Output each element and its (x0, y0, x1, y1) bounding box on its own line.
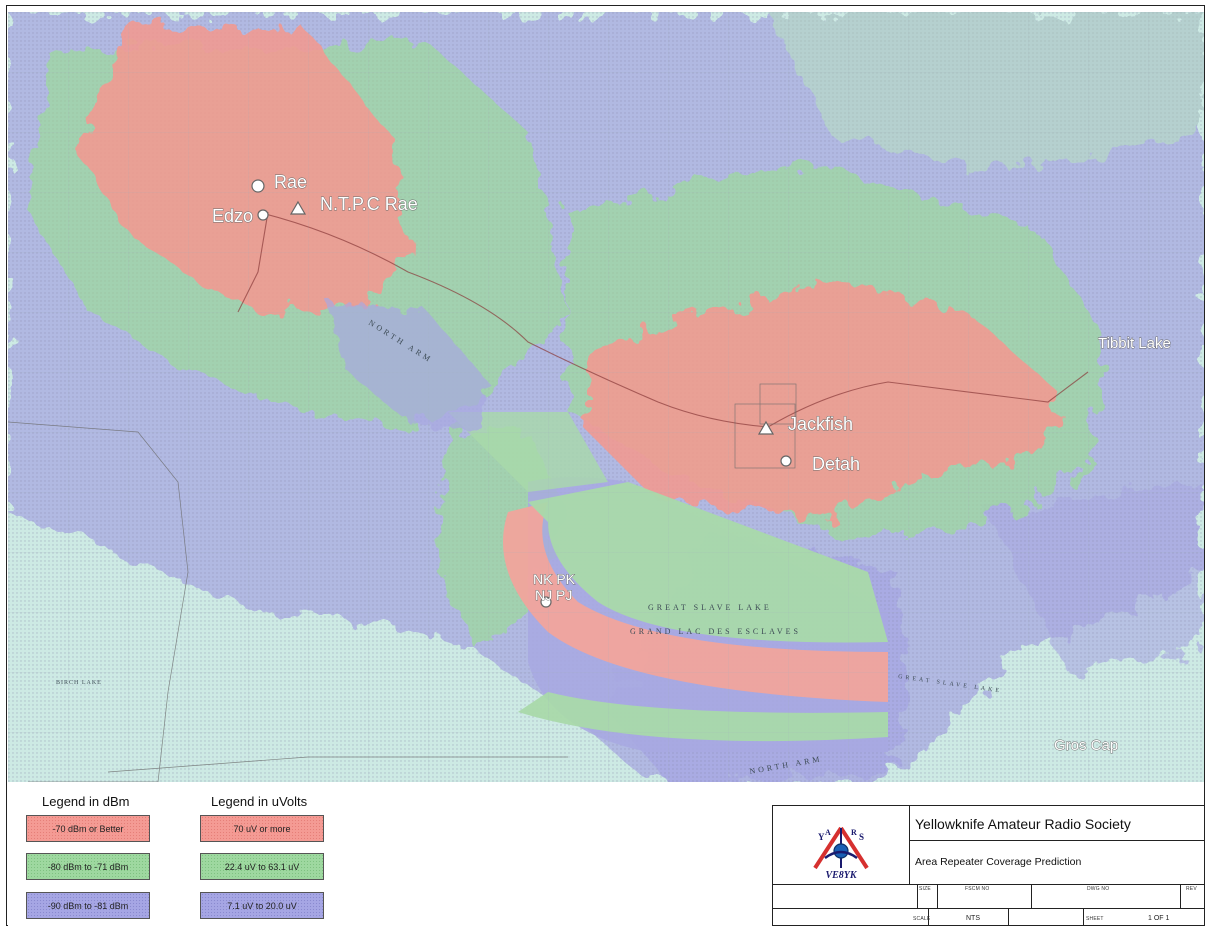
legend-dbm-medium: -80 dBm to -71 dBm (26, 853, 150, 880)
site-label-tibbit-lake: Tibbit Lake (1098, 335, 1171, 352)
site-label-nk-pk: NK PK (533, 571, 576, 587)
site-label-edzo: Edzo (212, 206, 253, 226)
legend-dbm-strong: -70 dBm or Better (26, 815, 150, 842)
drawing-title: Area Repeater Coverage Prediction (915, 856, 1082, 868)
site-label-rae: Rae (274, 172, 307, 192)
scale-label: SCALE (913, 916, 931, 922)
club-logo: Y A R S VE8YK (807, 824, 875, 881)
site-label-detah: Detah (812, 454, 860, 474)
logo-callsign: VE8YK (825, 870, 857, 880)
legend-uvolt-medium: 22.4 uV to 63.1 uV (200, 853, 324, 880)
legend-uvolt-title: Legend in uVolts (211, 794, 308, 809)
site-label-ntpc-rae: N.T.P.C Rae (320, 194, 418, 214)
legend-uvolt-weak: 7.1 uV to 20.0 uV (200, 892, 324, 919)
sheet-value: 1 OF 1 (1148, 915, 1170, 922)
logo-letter-s: S (859, 832, 864, 842)
water-label-grand-lac: GRAND LAC DES ESCLAVES (630, 627, 801, 636)
water-label-birch-lake: BIRCH LAKE (56, 680, 102, 686)
logo-letter-r: R (851, 828, 857, 837)
logo-letter-y: Y (818, 832, 825, 842)
logo-letter-a: A (825, 828, 831, 837)
legend-area: Legend in dBm Legend in uVolts -70 dBm o… (8, 782, 772, 926)
title-block: Y A R S VE8YK Yellowknife Amateur Radio … (772, 805, 1205, 926)
organization-name: Yellowknife Amateur Radio Society (915, 816, 1131, 832)
site-label-gros-cap: Gros Cap (1054, 737, 1118, 754)
legend-dbm-weak: -90 dBm to -81 dBm (26, 892, 150, 919)
site-label-nj-pj: NJ PJ (535, 587, 572, 603)
site-label-jackfish: Jackfish (788, 414, 853, 434)
water-label-great-slave-lake: GREAT SLAVE LAKE (648, 603, 772, 612)
legend-uvolt-strong: 70 uV or more (200, 815, 324, 842)
dwg-label: DWG NO (1087, 886, 1110, 892)
coverage-map[interactable]: Rae Edzo N.T.P.C Rae Jackfish Detah NK P… (8, 12, 1204, 782)
fscm-label: FSCM NO (965, 886, 990, 892)
rev-label: REV (1186, 886, 1197, 892)
sheet-label: SHEET (1086, 916, 1104, 922)
scale-value: NTS (966, 915, 980, 922)
legend-dbm-title: Legend in dBm (42, 794, 130, 809)
size-label: SIZE (919, 886, 931, 892)
